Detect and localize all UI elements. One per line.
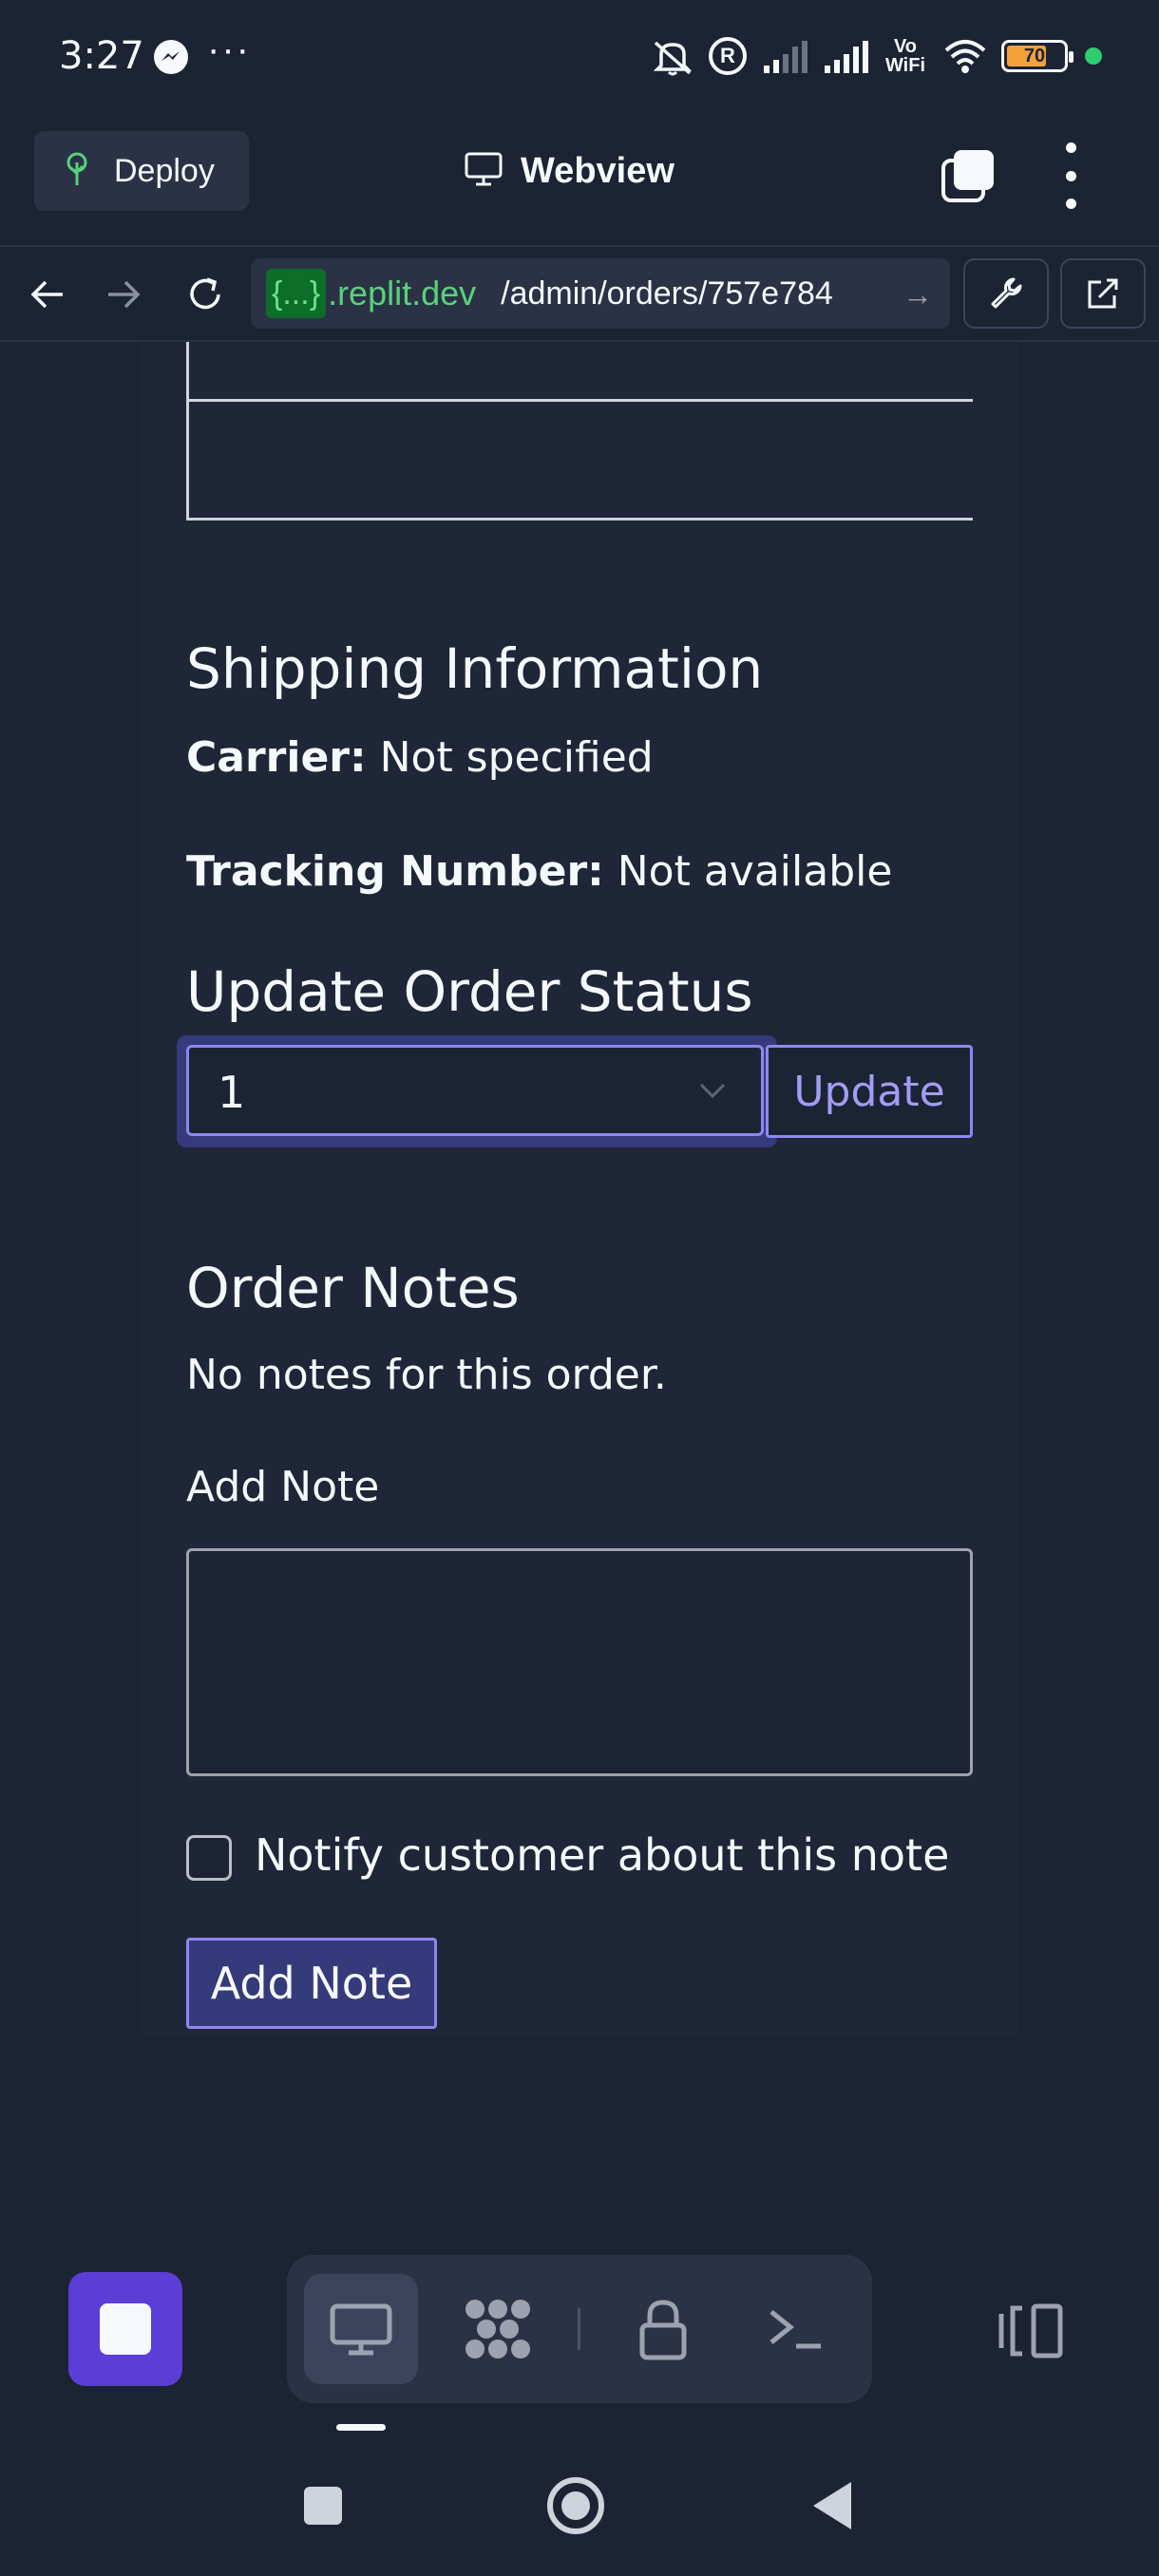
more-options-icon[interactable] — [1056, 142, 1085, 209]
add-note-label: Add Note — [186, 1463, 380, 1511]
tabs-icon[interactable] — [940, 148, 996, 203]
notify-customer-label[interactable]: Notify customer about this note — [255, 1829, 949, 1881]
home-icon[interactable] — [538, 2468, 614, 2544]
stop-icon — [100, 2303, 151, 2355]
clock: 3:27 — [59, 34, 144, 78]
vowifi-icon: Vo WiFi — [885, 37, 925, 75]
status-select-value: 1 — [218, 1067, 246, 1118]
pane-separator — [578, 2308, 580, 2350]
update-status-button[interactable]: Update — [766, 1045, 973, 1138]
forward-arrow-icon[interactable] — [99, 270, 148, 319]
battery-icon: 70 — [1001, 40, 1074, 72]
url-input[interactable]: {...} .replit.dev /admin/orders/757e784 … — [251, 258, 950, 329]
battery-level: 70 — [1023, 46, 1046, 66]
deploy-button[interactable]: Deploy — [34, 131, 249, 211]
signal-1-icon — [763, 39, 808, 73]
pane-switcher — [287, 2255, 872, 2403]
url-chip: {...} — [266, 269, 327, 318]
packager-icon[interactable] — [441, 2274, 555, 2384]
webview-content: Shipping Information Carrier: Not specif… — [0, 342, 1159, 2211]
pane-title: Webview — [464, 150, 674, 193]
devtools-wrench-icon[interactable] — [963, 258, 1049, 329]
status-select[interactable]: 1 — [186, 1045, 764, 1136]
note-textarea[interactable] — [186, 1548, 973, 1776]
carrier-label: Carrier: — [186, 733, 367, 782]
add-note-button[interactable]: Add Note — [186, 1938, 437, 2029]
chevron-down-icon — [698, 1076, 727, 1105]
back-triangle-icon[interactable] — [794, 2468, 870, 2544]
vowifi-line1: Vo — [893, 36, 918, 57]
notify-customer-checkbox[interactable] — [186, 1835, 232, 1881]
deploy-label: Deploy — [114, 152, 215, 189]
registered-icon: R — [708, 37, 747, 75]
monitor-icon — [464, 150, 504, 193]
no-notes-text: No notes for this order. — [186, 1351, 667, 1399]
shell-icon[interactable] — [739, 2274, 853, 2384]
order-items-table-bottom — [186, 342, 973, 521]
replit-toolbar: Deploy Webview — [0, 114, 1159, 247]
active-pane-indicator — [336, 2424, 386, 2431]
pane-title-label: Webview — [521, 151, 674, 191]
order-notes-heading: Order Notes — [186, 1256, 520, 1320]
status-select-focus-ring: 1 — [177, 1035, 777, 1147]
deploy-icon — [61, 151, 93, 192]
tracking-value: Not available — [617, 847, 893, 896]
tracking-row: Tracking Number: Not available — [186, 847, 892, 896]
stop-button[interactable] — [68, 2272, 182, 2386]
webview-url-bar: {...} .replit.dev /admin/orders/757e784 … — [0, 247, 1159, 342]
reload-icon[interactable] — [180, 270, 230, 319]
mute-bell-icon — [650, 37, 693, 76]
more-notifications-icon: ··· — [207, 28, 251, 70]
wifi-icon — [942, 37, 986, 75]
signal-2-icon — [824, 39, 868, 73]
url-go-arrow-icon[interactable]: → — [902, 277, 933, 313]
carrier-row: Carrier: Not specified — [186, 733, 654, 782]
back-arrow-icon[interactable] — [23, 270, 72, 319]
vowifi-line2: WiFi — [884, 55, 925, 76]
bottom-bar — [0, 2211, 1159, 2576]
order-card — [141, 342, 1018, 2038]
messenger-icon — [154, 40, 188, 74]
open-external-icon[interactable] — [1060, 258, 1146, 329]
url-domain: .replit.dev — [328, 274, 477, 313]
status-bar: 3:27 ··· R Vo WiFi 70 — [0, 0, 1159, 114]
url-path: /admin/orders/757e784 — [501, 275, 833, 312]
webview-pane-icon[interactable] — [304, 2274, 418, 2384]
shipping-heading: Shipping Information — [186, 636, 764, 701]
secrets-lock-icon[interactable] — [606, 2274, 720, 2384]
layout-icon[interactable] — [998, 2301, 1064, 2361]
privacy-indicator-dot — [1085, 47, 1102, 65]
update-status-heading: Update Order Status — [186, 959, 753, 1024]
carrier-value: Not specified — [379, 733, 654, 782]
tracking-label: Tracking Number: — [186, 847, 604, 896]
recent-apps-icon[interactable] — [285, 2468, 361, 2544]
